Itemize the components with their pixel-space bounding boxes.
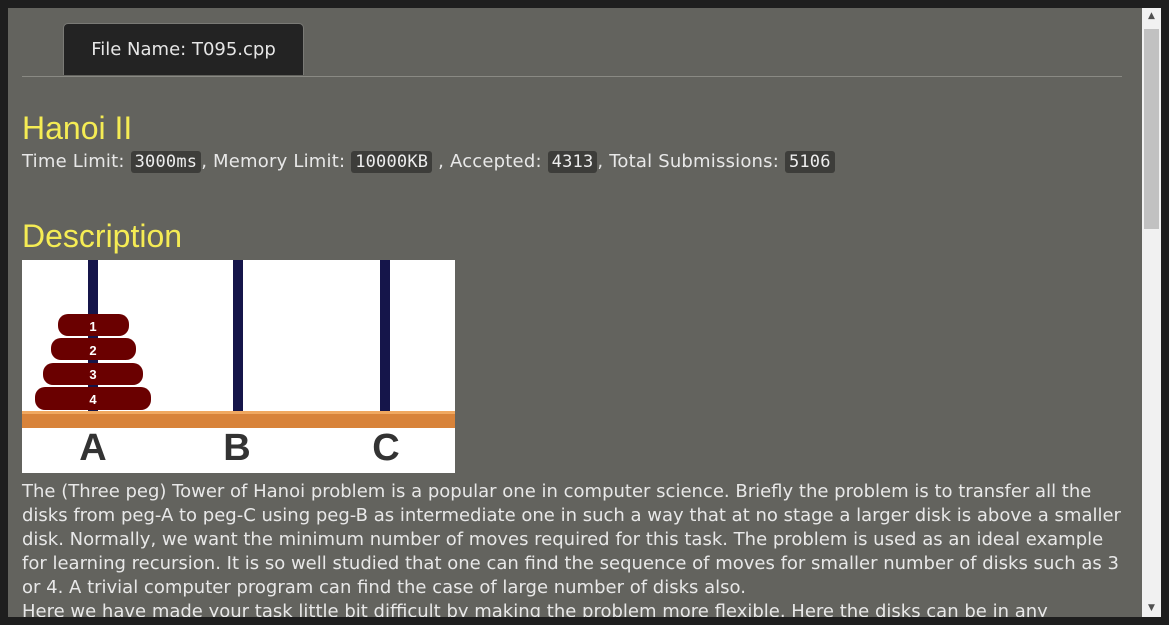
disk-label-4: 4 bbox=[89, 392, 97, 407]
description-heading: Description bbox=[22, 218, 183, 254]
arrow-up-icon[interactable]: ▲ bbox=[1142, 8, 1161, 25]
vertical-scrollbar[interactable]: ▲ ▼ bbox=[1142, 8, 1161, 617]
page-title: Hanoi II bbox=[22, 110, 133, 146]
tab-bar: File Name: T095.cpp bbox=[22, 8, 1122, 77]
peg-c bbox=[380, 260, 390, 413]
tab-file-name[interactable]: File Name: T095.cpp bbox=[63, 23, 304, 75]
memory-limit-label: , Memory Limit: bbox=[201, 151, 346, 172]
disk-label-2: 2 bbox=[89, 343, 96, 358]
time-limit-value: 3000ms bbox=[130, 151, 202, 173]
memory-limit-value: 10000KB bbox=[351, 151, 433, 173]
time-limit-label: Time Limit: bbox=[22, 151, 125, 172]
peg-label-c: C bbox=[372, 427, 399, 469]
problem-content: File Name: T095.cpp Hanoi II Time Limit:… bbox=[22, 8, 1122, 617]
peg-b bbox=[233, 260, 243, 413]
tower-of-hanoi-image: 1 2 3 4 A B C bbox=[22, 260, 455, 473]
peg-label-a: A bbox=[79, 427, 106, 469]
problem-window: File Name: T095.cpp Hanoi II Time Limit:… bbox=[8, 8, 1161, 617]
description-paragraph: The (Three peg) Tower of Hanoi problem i… bbox=[22, 481, 1121, 598]
total-submissions-value: 5106 bbox=[784, 151, 835, 173]
accepted-label: , Accepted: bbox=[432, 151, 542, 172]
base-board-highlight bbox=[22, 411, 455, 414]
arrow-down-icon[interactable]: ▼ bbox=[1142, 600, 1161, 617]
description-text: The (Three peg) Tower of Hanoi problem i… bbox=[22, 480, 1122, 617]
description-paragraph-2: Here we have made your task little bit d… bbox=[22, 601, 1048, 617]
scrollbar-thumb[interactable] bbox=[1144, 29, 1159, 229]
problem-limits: Time Limit: 3000ms, Memory Limit: 10000K… bbox=[22, 151, 835, 173]
disk-label-3: 3 bbox=[89, 367, 96, 382]
disk-label-1: 1 bbox=[89, 319, 96, 334]
peg-label-b: B bbox=[223, 427, 250, 469]
accepted-value: 4313 bbox=[547, 151, 598, 173]
total-submissions-label: , Total Submissions: bbox=[597, 151, 780, 172]
